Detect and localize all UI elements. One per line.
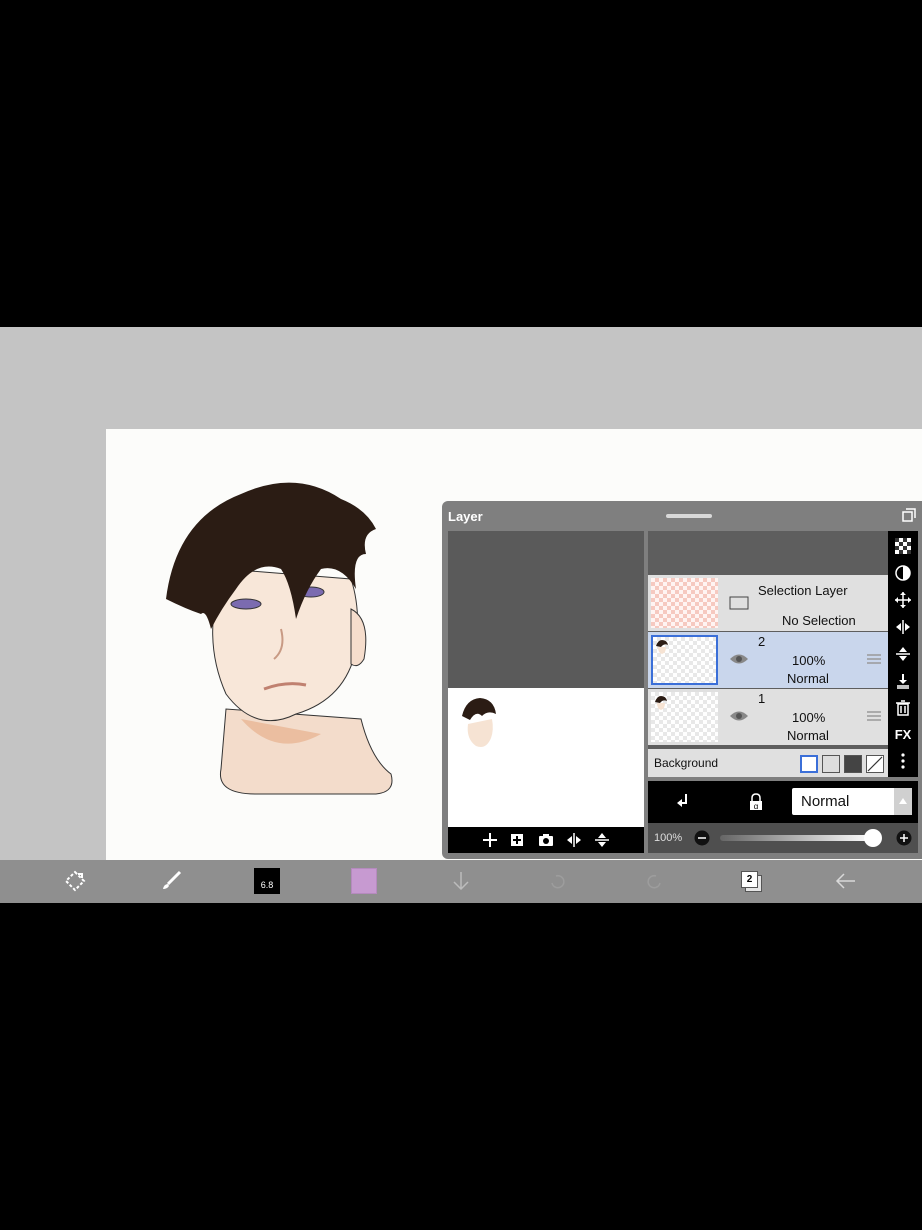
blend-mode-select[interactable]: Normal xyxy=(792,788,912,815)
move-icon[interactable] xyxy=(893,590,913,610)
layer-count: 2 xyxy=(746,874,753,885)
background-row[interactable]: Background xyxy=(648,749,888,777)
reorder-grip-icon[interactable] xyxy=(867,654,881,664)
blend-mode-bar: α Normal xyxy=(648,781,918,823)
visibility-eye-icon[interactable] xyxy=(729,652,749,666)
layer-thumbnail xyxy=(651,635,718,685)
add-layer-icon[interactable] xyxy=(481,831,499,849)
layer-blend: Normal xyxy=(787,671,829,686)
background-label: Background xyxy=(654,756,719,770)
flip-layer-horizontal-icon[interactable] xyxy=(893,617,913,637)
bottom-toolbar: 6.8 2 xyxy=(0,860,922,903)
layers-button[interactable]: 2 xyxy=(738,868,764,894)
opacity-label: 100% xyxy=(654,832,683,844)
background-none-swatch[interactable] xyxy=(866,755,884,773)
selection-status: No Selection xyxy=(782,613,856,628)
selection-layer-name: Selection Layer xyxy=(758,583,848,598)
preview-thumbnail xyxy=(462,698,496,747)
merge-down-icon[interactable] xyxy=(893,671,913,691)
layer-opacity: 100% xyxy=(792,710,826,725)
panel-drag-handle[interactable] xyxy=(666,514,712,518)
character-drawing xyxy=(166,482,393,795)
clip-arrow-icon[interactable] xyxy=(676,793,692,811)
background-transparent-light-swatch[interactable] xyxy=(822,755,840,773)
layer-panel: Layer Selection Layer No Selection 2 100… xyxy=(442,501,922,859)
layer-preview xyxy=(448,531,644,827)
more-options-icon[interactable] xyxy=(893,751,913,771)
clipping-mask-icon[interactable] xyxy=(893,563,913,583)
dropdown-arrow-icon xyxy=(894,788,912,815)
svg-text:α: α xyxy=(754,802,759,811)
camera-icon[interactable] xyxy=(537,831,555,849)
transform-tool-icon[interactable] xyxy=(62,868,88,894)
fx-button[interactable]: FX xyxy=(893,725,913,745)
back-arrow-icon[interactable] xyxy=(832,868,858,894)
layer-thumbnail xyxy=(651,692,718,742)
ibispaint-app: Layer Selection Layer No Selection 2 100… xyxy=(0,327,922,903)
current-color-swatch xyxy=(351,868,377,894)
layer-number: 2 xyxy=(758,634,766,649)
selection-layer-row[interactable]: Selection Layer No Selection xyxy=(648,575,888,631)
opacity-bar: 100% xyxy=(648,823,918,853)
window-toggle-icon[interactable] xyxy=(902,508,916,522)
opacity-decrease-icon[interactable] xyxy=(694,830,710,846)
selection-layer-thumbnail xyxy=(651,578,718,628)
flip-horizontal-icon[interactable] xyxy=(565,831,583,849)
layer-row[interactable]: 2 100% Normal xyxy=(648,632,888,688)
brush-tool-icon[interactable] xyxy=(158,868,184,894)
alpha-lock-icon[interactable]: α xyxy=(748,793,764,811)
layer-opacity: 100% xyxy=(792,653,826,668)
opacity-increase-icon[interactable] xyxy=(896,830,912,846)
layer-blend: Normal xyxy=(787,728,829,743)
redo-icon[interactable] xyxy=(641,868,667,894)
background-transparent-dark-swatch[interactable] xyxy=(844,755,862,773)
preview-toolbar xyxy=(448,827,644,853)
undo-icon[interactable] xyxy=(545,868,571,894)
duplicate-layer-icon[interactable] xyxy=(509,831,527,849)
preview-canvas xyxy=(448,688,644,827)
layer-list: Selection Layer No Selection 2 100% Norm… xyxy=(648,531,888,777)
layer-row[interactable]: 1 100% Normal xyxy=(648,689,888,745)
trash-icon[interactable] xyxy=(893,698,913,718)
color-swatch-button[interactable] xyxy=(351,868,377,894)
background-white-swatch[interactable] xyxy=(800,755,818,773)
flip-vertical-icon[interactable] xyxy=(593,831,611,849)
reorder-grip-icon[interactable] xyxy=(867,711,881,721)
flip-layer-vertical-icon[interactable] xyxy=(893,644,913,664)
download-arrow-icon[interactable] xyxy=(448,868,474,894)
opacity-slider-knob[interactable] xyxy=(864,829,882,847)
visibility-eye-icon[interactable] xyxy=(729,709,749,723)
layer-number: 1 xyxy=(758,691,766,706)
checkerboard-icon[interactable] xyxy=(893,536,913,556)
layer-side-toolbar: FX xyxy=(888,531,918,777)
layer-panel-title: Layer xyxy=(448,509,483,524)
blend-mode-value: Normal xyxy=(801,793,850,810)
opacity-slider[interactable] xyxy=(720,835,874,841)
layers-icon: 2 xyxy=(741,871,762,892)
brush-size-value: 6.8 xyxy=(260,880,274,890)
selection-rect-icon xyxy=(729,596,749,610)
brush-size-button[interactable]: 6.8 xyxy=(254,868,280,894)
